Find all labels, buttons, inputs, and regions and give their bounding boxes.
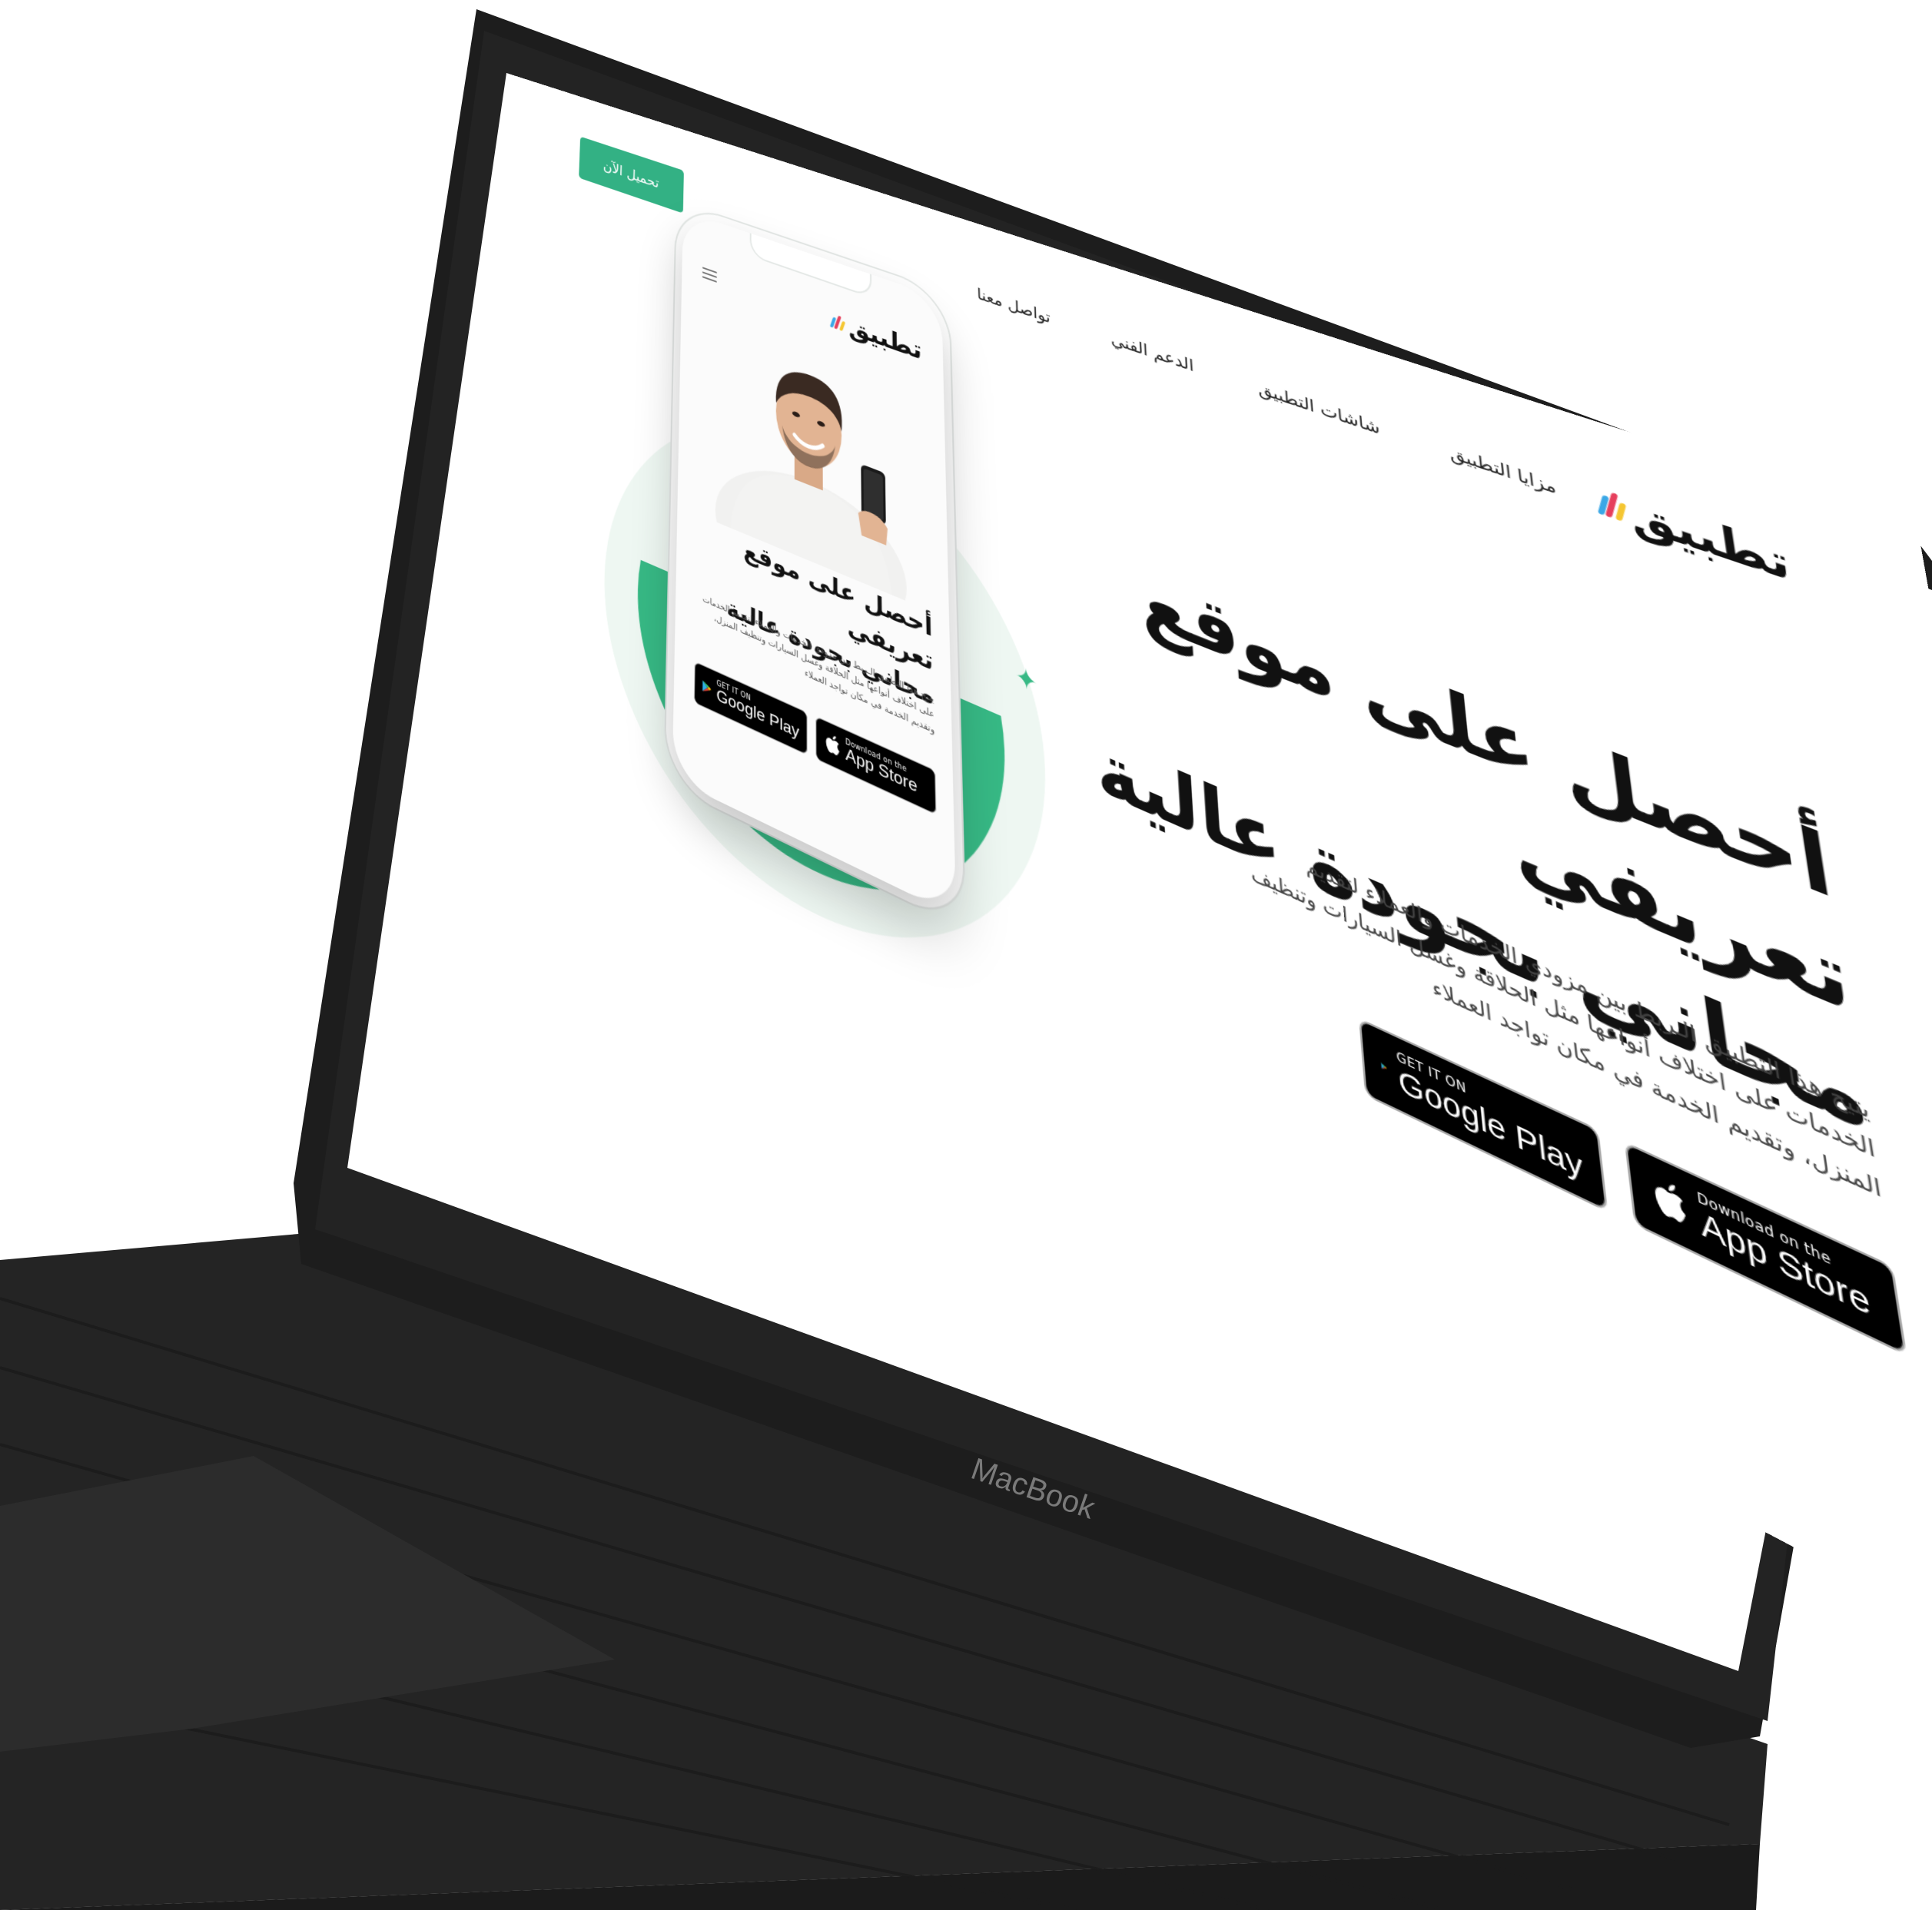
menu-icon[interactable] bbox=[702, 267, 717, 283]
google-play-icon bbox=[1381, 1063, 1387, 1071]
phone-notch bbox=[749, 231, 872, 298]
apple-icon bbox=[825, 734, 840, 758]
nav-support[interactable]: الدعم الفني bbox=[1110, 330, 1194, 376]
nav-app-screens[interactable]: شاشات التطبيق bbox=[1257, 379, 1381, 439]
site-logo[interactable]: تطبيق bbox=[1596, 476, 1794, 592]
logo-text: تطبيق bbox=[1626, 485, 1794, 592]
nav-app-features[interactable]: مزايا التطبيق bbox=[1449, 443, 1558, 499]
logo-mark-icon bbox=[1597, 488, 1627, 522]
apple-icon bbox=[1654, 1182, 1688, 1226]
download-now-button[interactable]: تحميل الآن bbox=[579, 136, 684, 214]
nav-contact[interactable]: تواصل معنا bbox=[977, 285, 1051, 327]
phone-google-play-badge[interactable]: GET IT ON Google Play bbox=[693, 661, 808, 756]
google-play-icon bbox=[702, 680, 712, 695]
logo-mark-icon bbox=[829, 313, 846, 331]
